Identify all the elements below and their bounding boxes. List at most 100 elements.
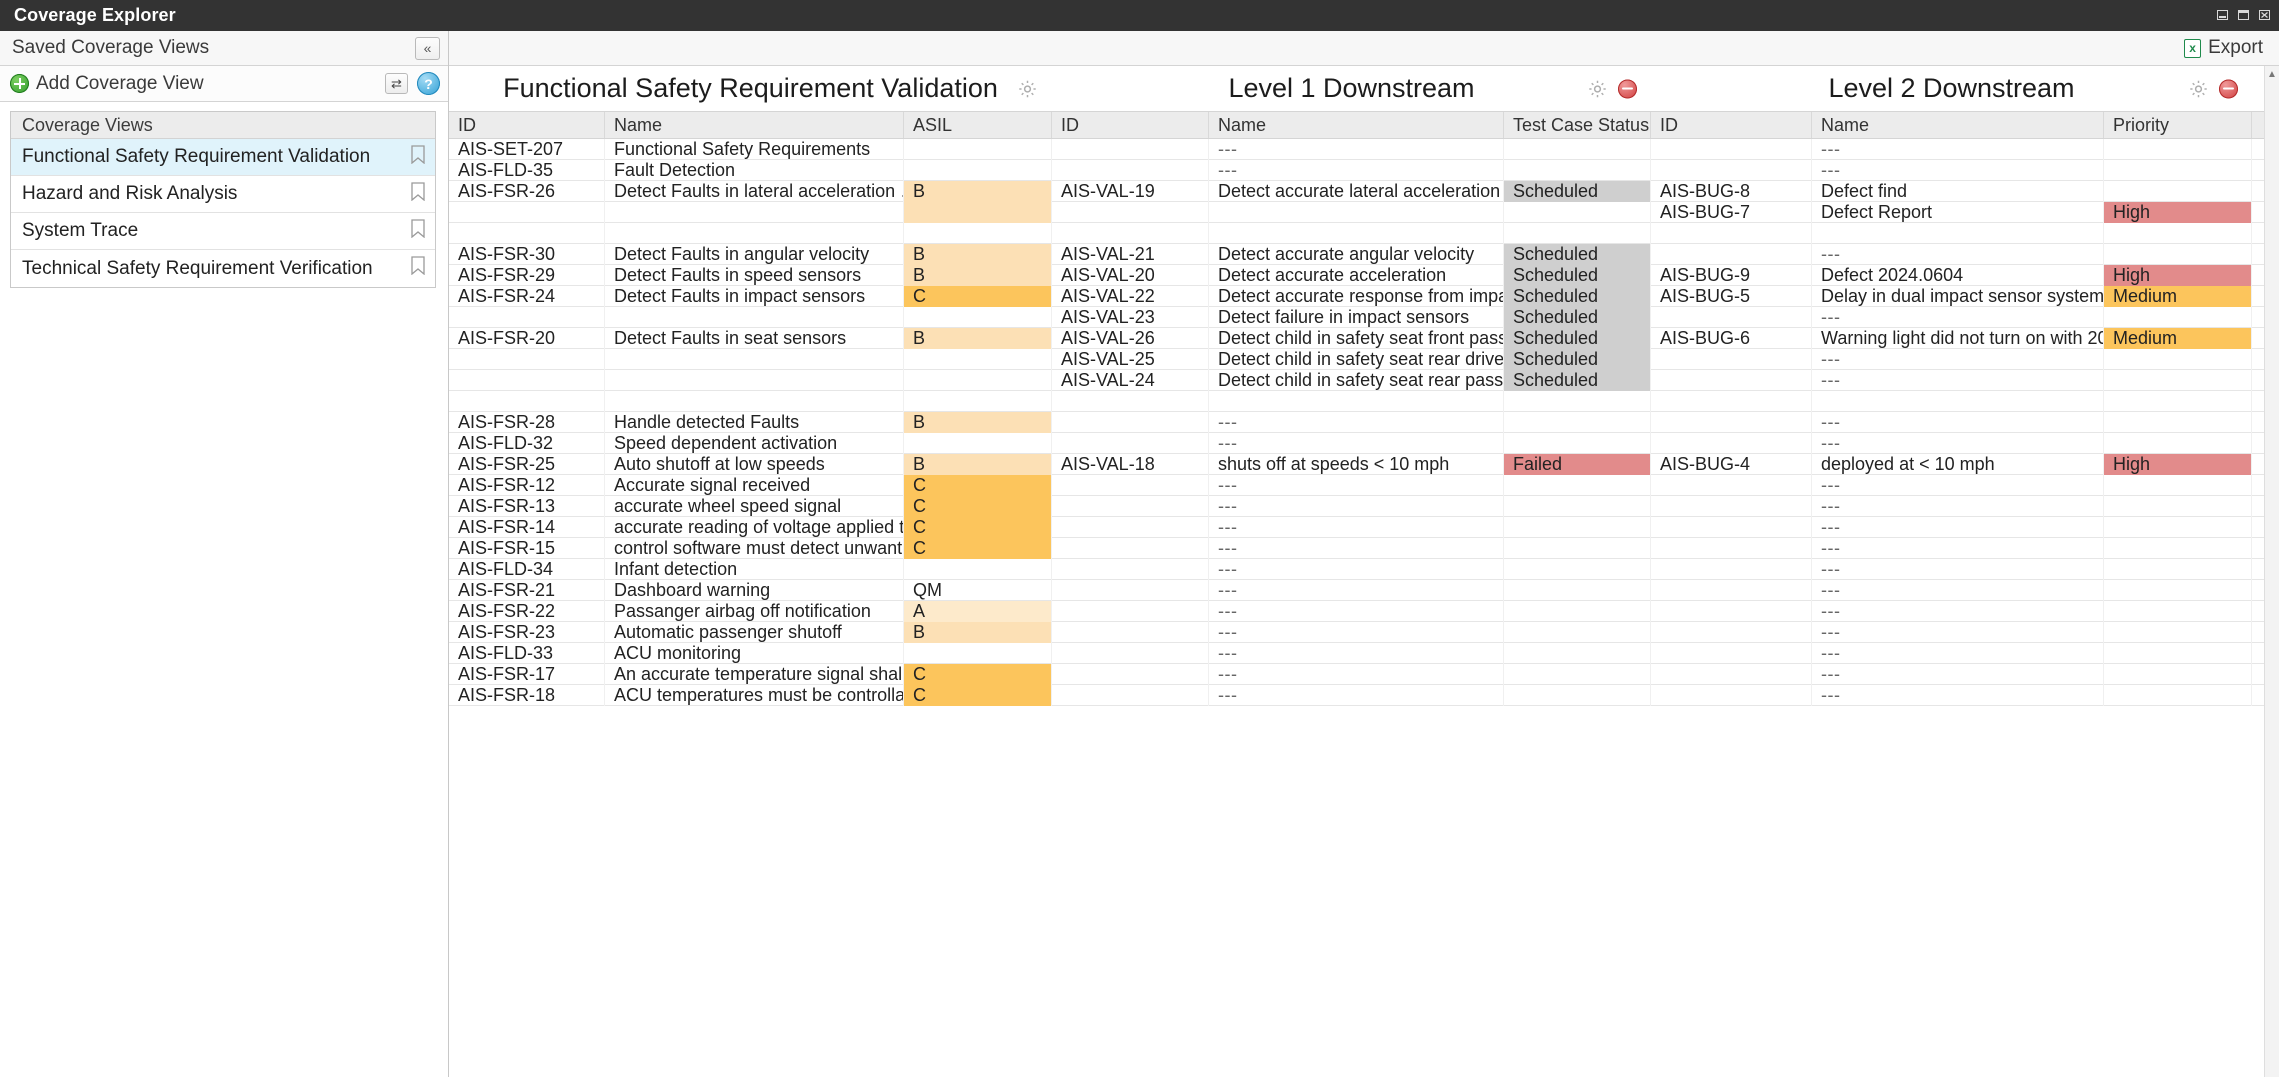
- remove-group-icon[interactable]: [2219, 79, 2238, 98]
- cell-asil: A: [904, 601, 1052, 622]
- bookmark-icon[interactable]: [411, 218, 425, 244]
- table-row[interactable]: AIS-FSR-30 Detect Faults in angular veloc…: [449, 244, 2264, 265]
- column-header-status[interactable]: Test Case Status: [1504, 112, 1651, 138]
- column-header-fsr_id[interactable]: ID: [449, 112, 605, 138]
- refresh-icon[interactable]: ⇄: [385, 73, 408, 94]
- cell-priority: [2104, 496, 2252, 517]
- vertical-scrollbar[interactable]: ▲: [2264, 66, 2279, 1077]
- table-row[interactable]: AIS-SET-207 Functional Safety Requirement…: [449, 139, 2264, 160]
- empty-dash: ---: [1218, 580, 1238, 600]
- cell-l2_id: [1651, 664, 1812, 685]
- cell-fsr_name: Infant detection: [605, 559, 904, 580]
- cell-l1_id: AIS-VAL-21: [1052, 244, 1209, 265]
- table-row[interactable]: AIS-FSR-18 ACU temperatures must be contr…: [449, 685, 2264, 706]
- empty-dash: ---: [1821, 559, 1841, 579]
- cell-l2_id: AIS-BUG-5: [1651, 286, 1812, 307]
- cell-fsr_name: Auto shutoff at low speeds: [605, 454, 904, 475]
- cell-l1_name: Detect failure in impact sensors: [1209, 307, 1504, 328]
- table-row[interactable]: AIS-FSR-24 Detect Faults in impact sensor…: [449, 286, 2264, 307]
- coverage-view-item[interactable]: Functional Safety Requirement Validation: [11, 139, 435, 176]
- table-row[interactable]: AIS-FLD-33 ACU monitoring --- ---: [449, 643, 2264, 664]
- badge-asil: B: [904, 622, 1051, 643]
- table-row[interactable]: AIS-FSR-22 Passanger airbag off notificat…: [449, 601, 2264, 622]
- column-header-fsr_name[interactable]: Name: [605, 112, 904, 138]
- cell-l1_name: Detect accurate response from impa…: [1209, 286, 1504, 307]
- cell-asil: B: [904, 328, 1052, 349]
- group-title: Level 1 Downstream: [1228, 73, 1475, 103]
- table-row[interactable]: AIS-FSR-20 Detect Faults in seat sensors B…: [449, 328, 2264, 349]
- cell-l1_name: ---: [1209, 643, 1504, 664]
- empty-dash: ---: [1821, 685, 1841, 705]
- table-row[interactable]: [449, 391, 2264, 412]
- table-row[interactable]: AIS-FSR-17 An accurate temperature signal…: [449, 664, 2264, 685]
- cell-l1_name: ---: [1209, 475, 1504, 496]
- table-row[interactable]: AIS-FSR-25 Auto shutoff at low speeds B AIS…: [449, 454, 2264, 475]
- coverage-view-item[interactable]: System Trace: [11, 213, 435, 250]
- table-row[interactable]: AIS-FSR-12 Accurate signal received C --- --…: [449, 475, 2264, 496]
- cell-status: Failed: [1504, 454, 1651, 475]
- close-icon[interactable]: [2255, 8, 2273, 24]
- table-row[interactable]: AIS-VAL-24 Detect child in safety seat re…: [449, 370, 2264, 391]
- add-coverage-view-label: Add Coverage View: [36, 72, 204, 94]
- cell-status: Scheduled: [1504, 286, 1651, 307]
- group-actions: [2188, 78, 2238, 99]
- cell-priority: [2104, 517, 2252, 538]
- group-settings-gear-icon[interactable]: [2188, 78, 2209, 99]
- empty-dash: ---: [1218, 412, 1238, 432]
- table-row[interactable]: [449, 223, 2264, 244]
- table-row[interactable]: AIS-FSR-21 Dashboard warning QM --- ---: [449, 580, 2264, 601]
- cell-l2_id: [1651, 307, 1812, 328]
- empty-dash: ---: [1218, 538, 1238, 558]
- coverage-view-item[interactable]: Technical Safety Requirement Verificatio…: [11, 250, 435, 287]
- column-header-priority[interactable]: Priority: [2104, 112, 2252, 138]
- badge-asil: B: [904, 412, 1051, 433]
- cell-fsr_name: Passanger airbag off notification: [605, 601, 904, 622]
- cell-l1_id: [1052, 538, 1209, 559]
- cell-l1_id: AIS-VAL-26: [1052, 328, 1209, 349]
- bookmark-icon[interactable]: [411, 256, 425, 281]
- table-row[interactable]: AIS-FSR-28 Handle detected Faults B --- ---: [449, 412, 2264, 433]
- table-row[interactable]: AIS-FSR-23 Automatic passenger shutoff B --…: [449, 622, 2264, 643]
- cell-l1_name: Detect accurate acceleration: [1209, 265, 1504, 286]
- table-row[interactable]: AIS-FLD-35 Fault Detection --- ---: [449, 160, 2264, 181]
- badge-asil: C: [904, 286, 1051, 307]
- table-row[interactable]: AIS-FSR-15 control software must detect u…: [449, 538, 2264, 559]
- coverage-view-item[interactable]: Hazard and Risk Analysis: [11, 176, 435, 213]
- column-header-l1_id[interactable]: ID: [1052, 112, 1209, 138]
- maximize-icon[interactable]: [2234, 8, 2252, 24]
- table-row[interactable]: AIS-FSR-13 accurate wheel speed signal C --…: [449, 496, 2264, 517]
- bookmark-icon[interactable]: [411, 144, 425, 170]
- add-coverage-view-button[interactable]: Add Coverage View: [10, 73, 204, 95]
- table-row[interactable]: AIS-FLD-34 Infant detection --- ---: [449, 559, 2264, 580]
- group-settings-gear-icon[interactable]: [1587, 78, 1608, 99]
- export-button[interactable]: x Export: [2184, 37, 2263, 59]
- group-settings-gear-icon[interactable]: [1017, 78, 1038, 99]
- table-row[interactable]: AIS-VAL-23 Detect failure in impact senso…: [449, 307, 2264, 328]
- table-row[interactable]: AIS-FLD-32 Speed dependent activation --- -…: [449, 433, 2264, 454]
- cell-status: [1504, 160, 1651, 181]
- bookmark-icon[interactable]: [411, 181, 425, 207]
- table-row[interactable]: AIS-FSR-26 Detect Faults in lateral accel…: [449, 181, 2264, 202]
- table-row[interactable]: AIS-VAL-25 Detect child in safety seat re…: [449, 349, 2264, 370]
- table-row[interactable]: AIS-FSR-29 Detect Faults in speed sensors…: [449, 265, 2264, 286]
- help-icon[interactable]: ?: [417, 72, 440, 95]
- cell-l1_name: ---: [1209, 580, 1504, 601]
- sidebar-header: Saved Coverage Views «: [0, 31, 448, 66]
- table-row[interactable]: AIS-FSR-14 accurate reading of voltage ap…: [449, 517, 2264, 538]
- collapse-sidebar-button[interactable]: «: [415, 36, 440, 60]
- column-header-l2_id[interactable]: ID: [1651, 112, 1812, 138]
- column-header-asil[interactable]: ASIL: [904, 112, 1052, 138]
- column-header-l2_name[interactable]: Name: [1812, 112, 2104, 138]
- column-header-l1_name[interactable]: Name: [1209, 112, 1504, 138]
- cell-l2_name: ---: [1812, 244, 2104, 265]
- cell-l2_id: [1651, 391, 1812, 412]
- badge-status: Scheduled: [1504, 307, 1650, 328]
- remove-group-icon[interactable]: [1618, 79, 1637, 98]
- table-row[interactable]: AIS-BUG-7 Defect Report High: [449, 202, 2264, 223]
- cell-status: [1504, 391, 1651, 412]
- cell-priority: [2104, 643, 2252, 664]
- badge-asil: B: [904, 454, 1051, 475]
- minimize-icon[interactable]: [2213, 8, 2231, 24]
- cell-l2_name: ---: [1812, 412, 2104, 433]
- scroll-up-arrow[interactable]: ▲: [2265, 66, 2279, 82]
